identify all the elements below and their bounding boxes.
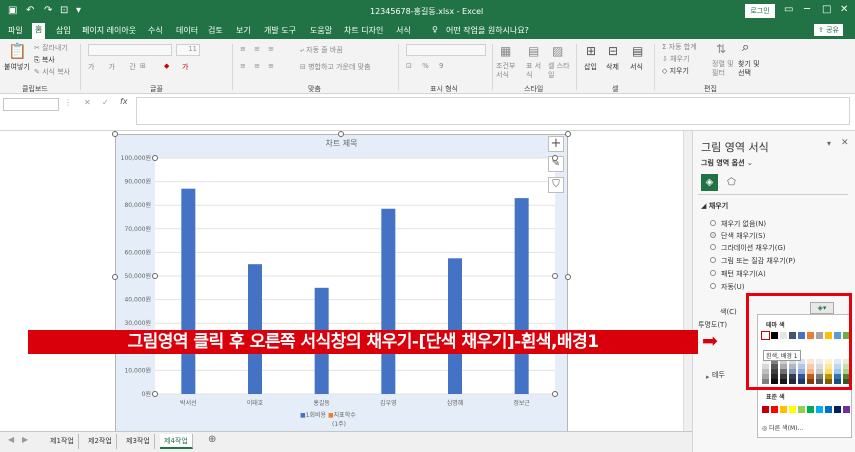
standard-color-swatch[interactable] (780, 406, 787, 413)
pane-close-icon[interactable]: ✕ (841, 138, 849, 148)
standard-color-swatch[interactable] (798, 406, 805, 413)
pane-title: 그림 영역 서식 (701, 141, 769, 154)
sheet-tabs: ◀ ▶ 제1작업 제2작업 제3작업 제4작업 ⊕ (0, 431, 692, 452)
sheet-tab-1[interactable]: 제1작업 (46, 434, 79, 449)
fill-auto-radio[interactable] (710, 283, 716, 289)
x-tick-label: 박서선 (180, 399, 197, 407)
sheet-tab-4[interactable]: 제4작업 (160, 434, 193, 449)
standard-color-swatch[interactable] (834, 406, 841, 413)
fill-picture-label[interactable]: 그림 또는 질감 채우기(P) (721, 256, 795, 266)
plot-area-options-label: 그림 영역 옵션 (701, 159, 745, 167)
legend-series-1: 1회비용 (305, 412, 327, 419)
plot-area-options[interactable]: 그림 영역 옵션 ⌄ (701, 158, 753, 168)
plot-handle[interactable] (152, 155, 158, 161)
effects-tab-icon[interactable]: ⬠ (723, 174, 740, 191)
sheet-tab-2[interactable]: 제2작업 (84, 434, 117, 449)
y-tick-label: 100,000원 (121, 154, 151, 162)
plot-handle[interactable] (552, 155, 558, 161)
standard-color-swatch[interactable] (825, 406, 832, 413)
fill-pattern-label[interactable]: 패턴 채우기(A) (721, 269, 766, 279)
options-chevron-icon: ⌄ (746, 159, 753, 167)
highlight-box (746, 293, 852, 390)
legend[interactable]: ■1회비용 ■지표학수 (300, 410, 356, 419)
pane-divider (698, 194, 848, 195)
legend-footer: (1주) (332, 421, 347, 428)
plot-handle[interactable] (152, 391, 158, 397)
y-tick-label: 80,000원 (124, 201, 151, 209)
y-tick-label: 60,000원 (124, 248, 151, 256)
fill-solid-radio[interactable] (710, 232, 716, 238)
instruction-banner: 그림영역 클릭 후 오른쪽 서식창의 채우기-[단색 채우기]-흰색,배경1 (28, 330, 698, 354)
resize-handle[interactable] (565, 274, 571, 280)
chart-elements-button[interactable]: + (548, 136, 564, 152)
arrow-icon: ➡ (702, 330, 718, 352)
border-section-arrow-icon: ▸ (706, 373, 710, 381)
resize-handle[interactable] (565, 131, 571, 137)
standard-color-swatch[interactable] (816, 406, 823, 413)
y-tick-label: 90,000원 (124, 178, 151, 186)
standard-color-swatch[interactable] (771, 406, 778, 413)
more-colors-label: 다른 색(M)... (769, 425, 804, 432)
next-sheet-icon[interactable]: ▶ (22, 435, 28, 444)
plot-handle[interactable] (552, 273, 558, 279)
standard-color-swatch[interactable] (843, 406, 850, 413)
bar[interactable] (381, 208, 396, 394)
border-section-label: 테두 (712, 371, 725, 379)
sheet-tab-3[interactable]: 제3작업 (122, 434, 155, 449)
standard-color-swatch[interactable] (807, 406, 814, 413)
resize-handle[interactable] (112, 274, 118, 280)
standard-color-swatch[interactable] (762, 406, 769, 413)
fill-none-label[interactable]: 채우기 없음(N) (721, 219, 766, 229)
color-label: 색(C) (720, 308, 737, 316)
fill-gradient-radio[interactable] (710, 244, 716, 250)
plot-handle[interactable] (552, 391, 558, 397)
bar[interactable] (448, 258, 462, 394)
fill-none-radio[interactable] (710, 220, 716, 226)
standard-color-swatch[interactable] (789, 406, 796, 413)
y-tick-label: 30,000원 (124, 319, 151, 327)
standard-colors-label: 표준 색 (766, 394, 785, 401)
fill-section-label: 채우기 (708, 202, 729, 210)
plot-handle[interactable] (152, 273, 158, 279)
fill-pattern-radio[interactable] (710, 270, 716, 276)
bar[interactable] (181, 188, 196, 394)
y-tick-label: 0원 (142, 390, 151, 398)
y-tick-label: 40,000원 (124, 296, 151, 304)
chart-filters-button[interactable]: ⛉ (548, 177, 564, 193)
bar[interactable] (514, 198, 529, 394)
fill-section[interactable]: ◢ 채우기 (701, 201, 728, 211)
x-tick-label: 정보근 (513, 400, 530, 407)
x-tick-label: 이태호 (247, 399, 264, 407)
legend-series-2: 지표학수 (333, 412, 356, 419)
y-tick-label: 10,000원 (124, 366, 151, 374)
x-tick-label: 심명혜 (447, 399, 464, 407)
fill-auto-label[interactable]: 자동(U) (721, 282, 744, 292)
x-tick-label: 김우영 (380, 399, 397, 407)
fill-solid-label[interactable]: 단색 채우기(S) (721, 231, 765, 241)
fill-line-tab-icon[interactable]: ◈ (701, 174, 718, 191)
fill-gradient-label[interactable]: 그라데이션 채우기(G) (721, 243, 786, 253)
fill-picture-radio[interactable] (710, 257, 716, 263)
resize-handle[interactable] (112, 131, 118, 137)
x-tick-label: 홍길동 (313, 399, 330, 407)
more-colors-button[interactable]: ◎ 다른 색(M)... (762, 423, 803, 432)
pane-dropdown-icon[interactable]: ▾ (827, 139, 831, 148)
prev-sheet-icon[interactable]: ◀ (8, 435, 14, 444)
add-sheet-icon[interactable]: ⊕ (208, 434, 216, 445)
y-tick-label: 70,000원 (124, 225, 151, 233)
y-tick-label: 50,000원 (124, 272, 151, 280)
resize-handle[interactable] (338, 131, 344, 137)
transparency-label: 투명도(T) (698, 321, 728, 329)
